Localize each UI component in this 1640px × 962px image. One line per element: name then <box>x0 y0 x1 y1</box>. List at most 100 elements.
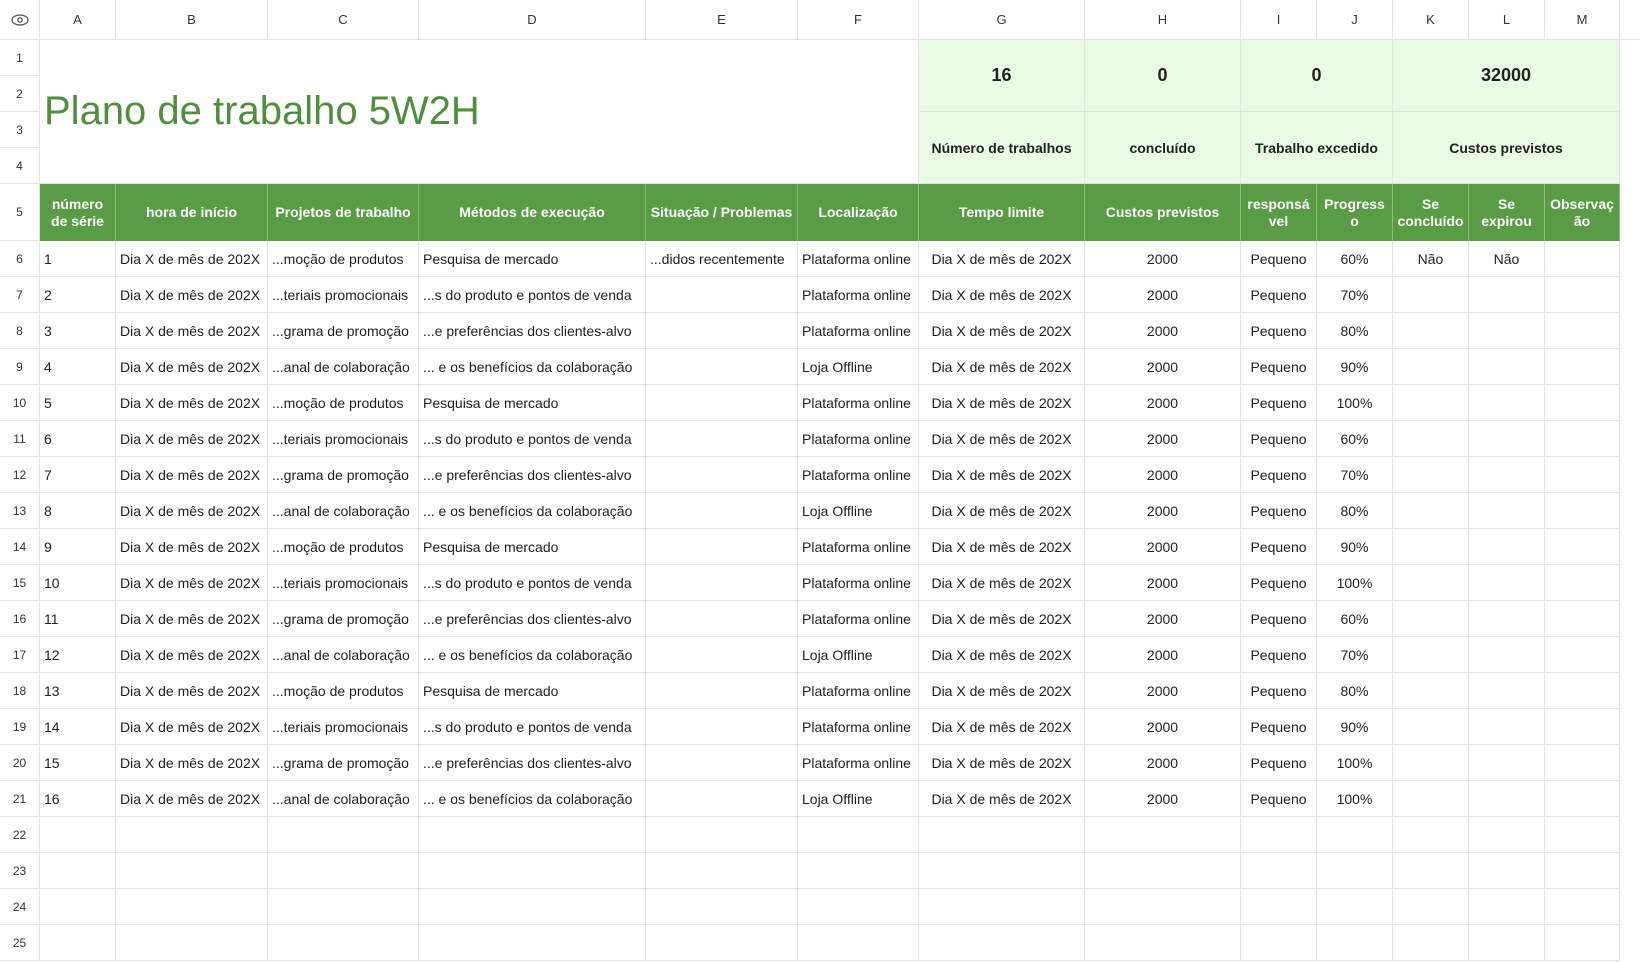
table-cell[interactable] <box>1545 493 1620 529</box>
table-cell[interactable] <box>1393 277 1469 313</box>
row-header[interactable]: 3 <box>0 112 40 148</box>
table-cell[interactable]: ...e preferências dos clientes-alvo <box>419 313 646 349</box>
table-cell[interactable]: 2000 <box>1085 745 1241 781</box>
table-cell[interactable]: 2000 <box>1085 241 1241 277</box>
table-cell[interactable]: 70% <box>1317 457 1393 493</box>
table-cell[interactable]: Dia X de mês de 202X <box>116 457 268 493</box>
header-cell[interactable]: Projetos de trabalho <box>268 184 419 241</box>
table-cell[interactable]: ...moção de produtos <box>268 673 419 709</box>
header-cell[interactable]: Observaç ão <box>1545 184 1620 241</box>
empty-cell[interactable] <box>1545 925 1620 961</box>
empty-cell[interactable] <box>1317 889 1393 925</box>
table-cell[interactable] <box>1545 313 1620 349</box>
table-cell[interactable]: 2000 <box>1085 277 1241 313</box>
table-cell[interactable]: Não <box>1393 241 1469 277</box>
table-cell[interactable] <box>1393 745 1469 781</box>
table-cell[interactable]: Pequeno <box>1241 601 1317 637</box>
header-cell[interactable]: Custos previstos <box>1085 184 1241 241</box>
row-header[interactable]: 6 <box>0 241 40 277</box>
table-cell[interactable]: Pequeno <box>1241 637 1317 673</box>
table-cell[interactable] <box>1393 385 1469 421</box>
empty-cell[interactable] <box>919 817 1085 853</box>
table-cell[interactable]: Loja Offline <box>798 349 919 385</box>
table-cell[interactable]: Dia X de mês de 202X <box>919 673 1085 709</box>
table-cell[interactable]: ...teriais promocionais <box>268 421 419 457</box>
empty-cell[interactable] <box>1317 817 1393 853</box>
empty-cell[interactable] <box>1469 889 1545 925</box>
table-cell[interactable]: 15 <box>40 745 116 781</box>
table-cell[interactable]: Dia X de mês de 202X <box>116 745 268 781</box>
table-cell[interactable]: Pequeno <box>1241 349 1317 385</box>
table-cell[interactable]: ...s do produto e pontos de venda <box>419 277 646 313</box>
table-cell[interactable]: Dia X de mês de 202X <box>116 637 268 673</box>
table-cell[interactable]: Pequeno <box>1241 241 1317 277</box>
column-header-a[interactable]: A <box>40 0 116 40</box>
header-cell[interactable]: Se concluído <box>1393 184 1469 241</box>
table-cell[interactable]: 70% <box>1317 277 1393 313</box>
table-cell[interactable]: 100% <box>1317 781 1393 817</box>
table-cell[interactable]: 2000 <box>1085 313 1241 349</box>
table-cell[interactable]: ...anal de colaboração <box>268 637 419 673</box>
table-cell[interactable] <box>1469 745 1545 781</box>
stat-label[interactable]: Número de trabalhos <box>919 112 1085 184</box>
empty-cell[interactable] <box>646 853 798 889</box>
table-cell[interactable]: Dia X de mês de 202X <box>919 601 1085 637</box>
table-cell[interactable]: 2000 <box>1085 421 1241 457</box>
table-cell[interactable] <box>1545 565 1620 601</box>
table-cell[interactable]: Pequeno <box>1241 565 1317 601</box>
table-cell[interactable]: Dia X de mês de 202X <box>919 637 1085 673</box>
column-header-e[interactable]: E <box>646 0 798 40</box>
table-cell[interactable]: Plataforma online <box>798 745 919 781</box>
table-cell[interactable] <box>1393 457 1469 493</box>
header-cell[interactable]: responsá vel <box>1241 184 1317 241</box>
table-cell[interactable]: 90% <box>1317 709 1393 745</box>
table-cell[interactable] <box>1545 781 1620 817</box>
stat-value[interactable]: 16 <box>919 40 1085 112</box>
empty-cell[interactable] <box>919 889 1085 925</box>
table-cell[interactable]: ...moção de produtos <box>268 529 419 565</box>
table-cell[interactable]: Pesquisa de mercado <box>419 673 646 709</box>
table-cell[interactable] <box>1545 277 1620 313</box>
table-cell[interactable] <box>1545 241 1620 277</box>
table-cell[interactable]: Dia X de mês de 202X <box>116 313 268 349</box>
table-cell[interactable]: Plataforma online <box>798 601 919 637</box>
table-cell[interactable] <box>1469 421 1545 457</box>
table-cell[interactable]: 70% <box>1317 637 1393 673</box>
empty-cell[interactable] <box>116 853 268 889</box>
table-cell[interactable]: 2000 <box>1085 493 1241 529</box>
table-cell[interactable] <box>1469 781 1545 817</box>
table-cell[interactable]: 2000 <box>1085 709 1241 745</box>
empty-cell[interactable] <box>116 889 268 925</box>
table-cell[interactable]: 14 <box>40 709 116 745</box>
table-cell[interactable]: 13 <box>40 673 116 709</box>
table-cell[interactable]: Plataforma online <box>798 241 919 277</box>
row-header[interactable]: 23 <box>0 853 40 889</box>
table-cell[interactable]: Dia X de mês de 202X <box>919 529 1085 565</box>
table-cell[interactable]: Pequeno <box>1241 781 1317 817</box>
table-cell[interactable]: Dia X de mês de 202X <box>919 745 1085 781</box>
column-header-h[interactable]: H <box>1085 0 1241 40</box>
table-cell[interactable] <box>646 709 798 745</box>
table-cell[interactable]: 7 <box>40 457 116 493</box>
table-cell[interactable]: Plataforma online <box>798 421 919 457</box>
table-cell[interactable]: Pequeno <box>1241 277 1317 313</box>
row-header[interactable]: 11 <box>0 421 40 457</box>
table-cell[interactable]: 60% <box>1317 241 1393 277</box>
empty-cell[interactable] <box>1469 925 1545 961</box>
column-header-f[interactable]: F <box>798 0 919 40</box>
table-cell[interactable]: ...teriais promocionais <box>268 709 419 745</box>
table-cell[interactable] <box>646 457 798 493</box>
empty-cell[interactable] <box>1469 853 1545 889</box>
empty-cell[interactable] <box>1241 889 1317 925</box>
table-cell[interactable]: Dia X de mês de 202X <box>116 781 268 817</box>
table-cell[interactable]: Loja Offline <box>798 781 919 817</box>
empty-cell[interactable] <box>40 817 116 853</box>
header-cell[interactable]: Localização <box>798 184 919 241</box>
table-cell[interactable]: 9 <box>40 529 116 565</box>
table-cell[interactable]: ...s do produto e pontos de venda <box>419 421 646 457</box>
row-header[interactable]: 14 <box>0 529 40 565</box>
table-cell[interactable] <box>1469 709 1545 745</box>
empty-cell[interactable] <box>1085 889 1241 925</box>
empty-cell[interactable] <box>646 889 798 925</box>
empty-cell[interactable] <box>419 925 646 961</box>
